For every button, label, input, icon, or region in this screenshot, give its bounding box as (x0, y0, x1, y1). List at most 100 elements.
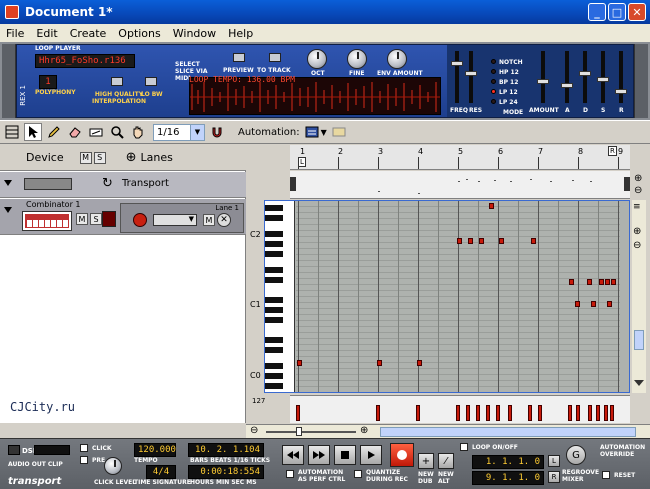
automation-override-reset[interactable] (602, 471, 610, 479)
loop-on-off-checkbox[interactable] (460, 443, 468, 451)
zoom-slider-thumb[interactable] (296, 427, 302, 436)
regroove-mixer-button[interactable]: G (566, 445, 586, 465)
scroll-down-icon[interactable] (634, 380, 644, 386)
record-button[interactable] (390, 443, 414, 467)
hscroll-thumb[interactable] (380, 427, 636, 437)
automation-as-perf-checkbox[interactable] (286, 470, 294, 478)
zoom-out-icon[interactable]: ⊖ (250, 425, 258, 436)
combinator-track[interactable]: Combinator 1 M S Lane 1 ▼ M ✕ (0, 199, 246, 235)
midi-note[interactable] (575, 301, 580, 307)
zoom-in-icon[interactable]: ⊕ (633, 226, 641, 237)
zoom-out-icon[interactable]: ⊖ (633, 240, 641, 251)
time-signature-display[interactable]: 4/4 (146, 465, 176, 479)
timeline-ruler[interactable]: 1 2 3 4 5 6 7 8 9 L R (290, 145, 630, 170)
add-lane-icon[interactable]: ⊕ (126, 150, 137, 165)
new-alt-button[interactable]: ⁄ (438, 453, 454, 469)
automation-clear-icon[interactable] (303, 123, 321, 141)
lobw-button[interactable] (145, 77, 157, 86)
chevron-down-icon[interactable]: ▼ (190, 124, 204, 140)
left-locator-button[interactable]: L (548, 455, 560, 467)
pencil-tool-icon[interactable] (45, 123, 63, 141)
menu-help[interactable]: Help (222, 27, 259, 40)
midi-note[interactable] (611, 279, 616, 285)
song-position-display[interactable]: 10. 2. 1.104 (188, 443, 264, 457)
amount-fader[interactable] (537, 51, 549, 103)
zoom-in-icon[interactable]: ⊕ (634, 173, 642, 184)
midi-note[interactable] (591, 301, 596, 307)
midi-note[interactable] (605, 279, 610, 285)
env-amount-knob[interactable] (387, 49, 407, 69)
magnet-icon[interactable] (208, 123, 226, 141)
midi-note[interactable] (489, 203, 494, 209)
midi-note[interactable] (457, 238, 462, 244)
to-track-button[interactable] (269, 53, 281, 62)
collapse-arrow-icon[interactable] (4, 180, 12, 186)
midi-note[interactable] (297, 360, 302, 366)
grid-icon[interactable] (3, 123, 21, 141)
piano-roll-editor[interactable] (264, 200, 630, 393)
vscroll-thumb[interactable] (634, 330, 644, 350)
hand-tool-icon[interactable] (129, 123, 147, 141)
release-fader[interactable] (615, 51, 627, 103)
click-level-knob[interactable] (104, 457, 122, 475)
pre-checkbox[interactable] (80, 456, 88, 464)
midi-note[interactable] (377, 360, 382, 366)
fast-forward-button[interactable] (308, 445, 330, 465)
midi-note[interactable] (499, 238, 504, 244)
record-enable-button[interactable] (133, 213, 147, 227)
click-checkbox[interactable] (80, 444, 88, 452)
piano-keyboard[interactable] (265, 201, 295, 392)
new-dub-button[interactable]: + (418, 453, 434, 469)
rewind-button[interactable] (282, 445, 304, 465)
close-button[interactable]: ✕ (628, 3, 646, 21)
menu-options[interactable]: Options (112, 27, 166, 40)
midi-note[interactable] (531, 238, 536, 244)
solo-all-button[interactable]: S (93, 151, 106, 164)
mute-all-button[interactable]: M (79, 151, 92, 164)
velocity-lane[interactable] (290, 395, 630, 423)
loop-left-display[interactable]: 1. 1. 1. 0 (472, 455, 544, 469)
quantize-select[interactable]: 1/16 ▼ (153, 123, 205, 141)
stop-button[interactable] (334, 445, 356, 465)
eraser-tool-icon[interactable] (66, 123, 84, 141)
collapse-arrow-icon[interactable] (4, 207, 12, 213)
oct-knob[interactable] (307, 49, 327, 69)
lane-menu-icon[interactable]: ≡ (633, 202, 641, 212)
left-locator[interactable]: L (298, 157, 306, 167)
menu-edit[interactable]: Edit (30, 27, 63, 40)
quantize-during-rec-checkbox[interactable] (354, 470, 362, 478)
midi-note[interactable] (468, 238, 473, 244)
delete-lane-icon[interactable]: ✕ (217, 213, 231, 227)
fine-knob[interactable] (347, 49, 367, 69)
song-time-display[interactable]: 0:00:18:554 (188, 465, 264, 479)
patch-name-display[interactable]: Hhr65_FoSho.r136 (35, 54, 135, 68)
loop-right-display[interactable]: 9. 1. 1. 0 (472, 471, 544, 485)
attack-fader[interactable] (561, 51, 573, 103)
track-mute-button[interactable]: M (76, 213, 88, 225)
midi-note[interactable] (569, 279, 574, 285)
automation-record-icon[interactable] (330, 123, 348, 141)
magnify-tool-icon[interactable] (108, 123, 126, 141)
right-locator[interactable]: R (608, 146, 617, 156)
automation-dropdown-icon[interactable]: ▼ (321, 128, 327, 137)
track-solo-button[interactable]: S (90, 213, 102, 225)
res-fader[interactable] (465, 51, 477, 103)
arrow-tool-icon[interactable] (24, 123, 42, 141)
midi-note[interactable] (599, 279, 604, 285)
midi-note[interactable] (479, 238, 484, 244)
sustain-fader[interactable] (597, 51, 609, 103)
note-grid[interactable] (296, 201, 620, 392)
line-tool-icon[interactable] (87, 123, 105, 141)
menu-window[interactable]: Window (167, 27, 222, 40)
lane-1[interactable]: Lane 1 ▼ M ✕ (120, 203, 244, 233)
menu-file[interactable]: File (0, 27, 30, 40)
maximize-button[interactable]: □ (608, 3, 626, 21)
zoom-in-icon[interactable]: ⊕ (360, 425, 368, 436)
midi-note[interactable] (607, 301, 612, 307)
play-button[interactable] (360, 445, 382, 465)
lane-dropdown[interactable]: ▼ (153, 214, 197, 226)
menu-create[interactable]: Create (64, 27, 113, 40)
piano-roll-vscroll[interactable]: ≡ ⊕ ⊖ (632, 200, 646, 393)
transport-track[interactable]: ↻ Transport (0, 172, 246, 198)
tempo-display[interactable]: 120.000 (134, 443, 176, 457)
